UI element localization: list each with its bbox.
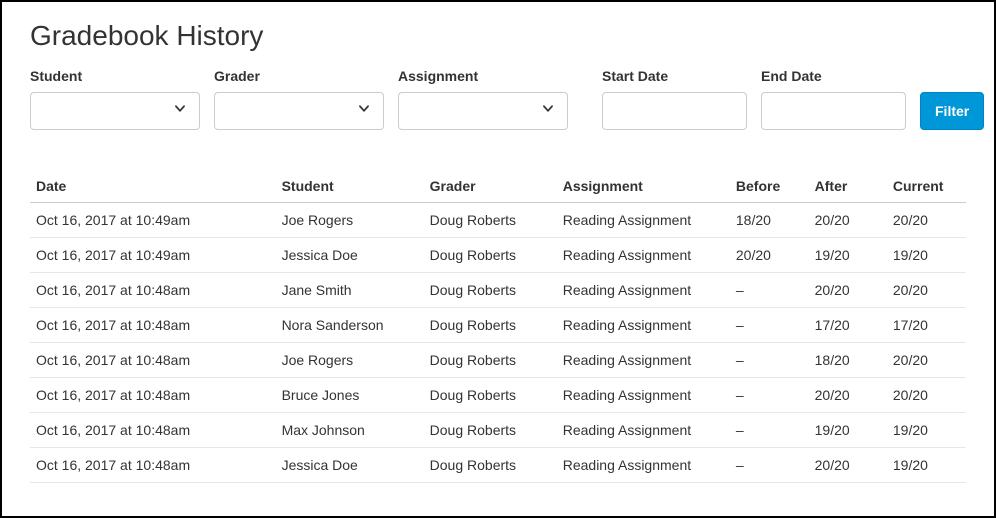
cell-grader: Doug Roberts (424, 273, 557, 308)
cell-date: Oct 16, 2017 at 10:48am (30, 273, 276, 308)
filter-grader: Grader (214, 68, 384, 130)
filter-end-date-label: End Date (761, 68, 906, 84)
filter-button[interactable]: Filter (920, 92, 984, 130)
cell-before: – (730, 343, 809, 378)
cell-date: Oct 16, 2017 at 10:48am (30, 448, 276, 483)
cell-assignment: Reading Assignment (557, 378, 730, 413)
cell-student: Joe Rogers (276, 203, 424, 238)
cell-student: Joe Rogers (276, 343, 424, 378)
cell-student: Jessica Doe (276, 238, 424, 273)
cell-date: Oct 16, 2017 at 10:49am (30, 203, 276, 238)
cell-after: 18/20 (809, 343, 887, 378)
cell-date: Oct 16, 2017 at 10:48am (30, 413, 276, 448)
cell-grader: Doug Roberts (424, 413, 557, 448)
cell-student: Bruce Jones (276, 378, 424, 413)
cell-after: 19/20 (809, 413, 887, 448)
cell-current: 20/20 (887, 343, 966, 378)
grader-select[interactable] (214, 92, 384, 130)
cell-before: 20/20 (730, 238, 809, 273)
table-row: Oct 16, 2017 at 10:49amJessica DoeDoug R… (30, 238, 966, 273)
cell-before: – (730, 378, 809, 413)
cell-current: 19/20 (887, 448, 966, 483)
cell-student: Max Johnson (276, 413, 424, 448)
cell-before: – (730, 413, 809, 448)
chevron-down-icon (357, 102, 371, 121)
filter-assignment: Assignment (398, 68, 568, 130)
table-row: Oct 16, 2017 at 10:48amMax JohnsonDoug R… (30, 413, 966, 448)
page-title: Gradebook History (30, 20, 966, 52)
cell-grader: Doug Roberts (424, 308, 557, 343)
col-after[interactable]: After (809, 170, 887, 203)
student-select[interactable] (30, 92, 200, 130)
cell-assignment: Reading Assignment (557, 238, 730, 273)
cell-date: Oct 16, 2017 at 10:48am (30, 343, 276, 378)
cell-assignment: Reading Assignment (557, 273, 730, 308)
table-header-row: Date Student Grader Assignment Before Af… (30, 170, 966, 203)
col-grader[interactable]: Grader (424, 170, 557, 203)
cell-assignment: Reading Assignment (557, 308, 730, 343)
table-row: Oct 16, 2017 at 10:48amJessica DoeDoug R… (30, 448, 966, 483)
cell-assignment: Reading Assignment (557, 203, 730, 238)
cell-current: 20/20 (887, 273, 966, 308)
cell-before: – (730, 308, 809, 343)
col-student[interactable]: Student (276, 170, 424, 203)
filter-bar: Student Grader Assignment Start Date End… (30, 68, 966, 130)
cell-grader: Doug Roberts (424, 203, 557, 238)
cell-assignment: Reading Assignment (557, 448, 730, 483)
col-assignment[interactable]: Assignment (557, 170, 730, 203)
cell-grader: Doug Roberts (424, 343, 557, 378)
table-row: Oct 16, 2017 at 10:48amBruce JonesDoug R… (30, 378, 966, 413)
cell-assignment: Reading Assignment (557, 343, 730, 378)
cell-student: Nora Sanderson (276, 308, 424, 343)
table-row: Oct 16, 2017 at 10:48amJane SmithDoug Ro… (30, 273, 966, 308)
start-date-input[interactable] (602, 92, 747, 130)
cell-current: 17/20 (887, 308, 966, 343)
cell-before: – (730, 448, 809, 483)
cell-student: Jane Smith (276, 273, 424, 308)
cell-after: 20/20 (809, 378, 887, 413)
cell-after: 19/20 (809, 238, 887, 273)
cell-before: – (730, 273, 809, 308)
cell-after: 20/20 (809, 273, 887, 308)
col-date[interactable]: Date (30, 170, 276, 203)
cell-current: 20/20 (887, 378, 966, 413)
filter-end-date: End Date (761, 68, 906, 130)
table-row: Oct 16, 2017 at 10:48amNora SandersonDou… (30, 308, 966, 343)
cell-after: 20/20 (809, 203, 887, 238)
filter-assignment-label: Assignment (398, 68, 568, 84)
filter-student-label: Student (30, 68, 200, 84)
filter-grader-label: Grader (214, 68, 384, 84)
cell-grader: Doug Roberts (424, 378, 557, 413)
end-date-input[interactable] (761, 92, 906, 130)
table-row: Oct 16, 2017 at 10:48amJoe RogersDoug Ro… (30, 343, 966, 378)
chevron-down-icon (173, 102, 187, 121)
cell-current: 20/20 (887, 203, 966, 238)
chevron-down-icon (541, 102, 555, 121)
cell-date: Oct 16, 2017 at 10:49am (30, 238, 276, 273)
filter-student: Student (30, 68, 200, 130)
history-table: Date Student Grader Assignment Before Af… (30, 170, 966, 483)
filter-start-date: Start Date (602, 68, 747, 130)
assignment-select[interactable] (398, 92, 568, 130)
cell-assignment: Reading Assignment (557, 413, 730, 448)
col-current[interactable]: Current (887, 170, 966, 203)
cell-date: Oct 16, 2017 at 10:48am (30, 308, 276, 343)
cell-date: Oct 16, 2017 at 10:48am (30, 378, 276, 413)
table-row: Oct 16, 2017 at 10:49amJoe RogersDoug Ro… (30, 203, 966, 238)
filter-start-date-label: Start Date (602, 68, 747, 84)
cell-grader: Doug Roberts (424, 448, 557, 483)
cell-before: 18/20 (730, 203, 809, 238)
cell-current: 19/20 (887, 238, 966, 273)
col-before[interactable]: Before (730, 170, 809, 203)
cell-after: 20/20 (809, 448, 887, 483)
cell-after: 17/20 (809, 308, 887, 343)
cell-current: 19/20 (887, 413, 966, 448)
cell-student: Jessica Doe (276, 448, 424, 483)
cell-grader: Doug Roberts (424, 238, 557, 273)
